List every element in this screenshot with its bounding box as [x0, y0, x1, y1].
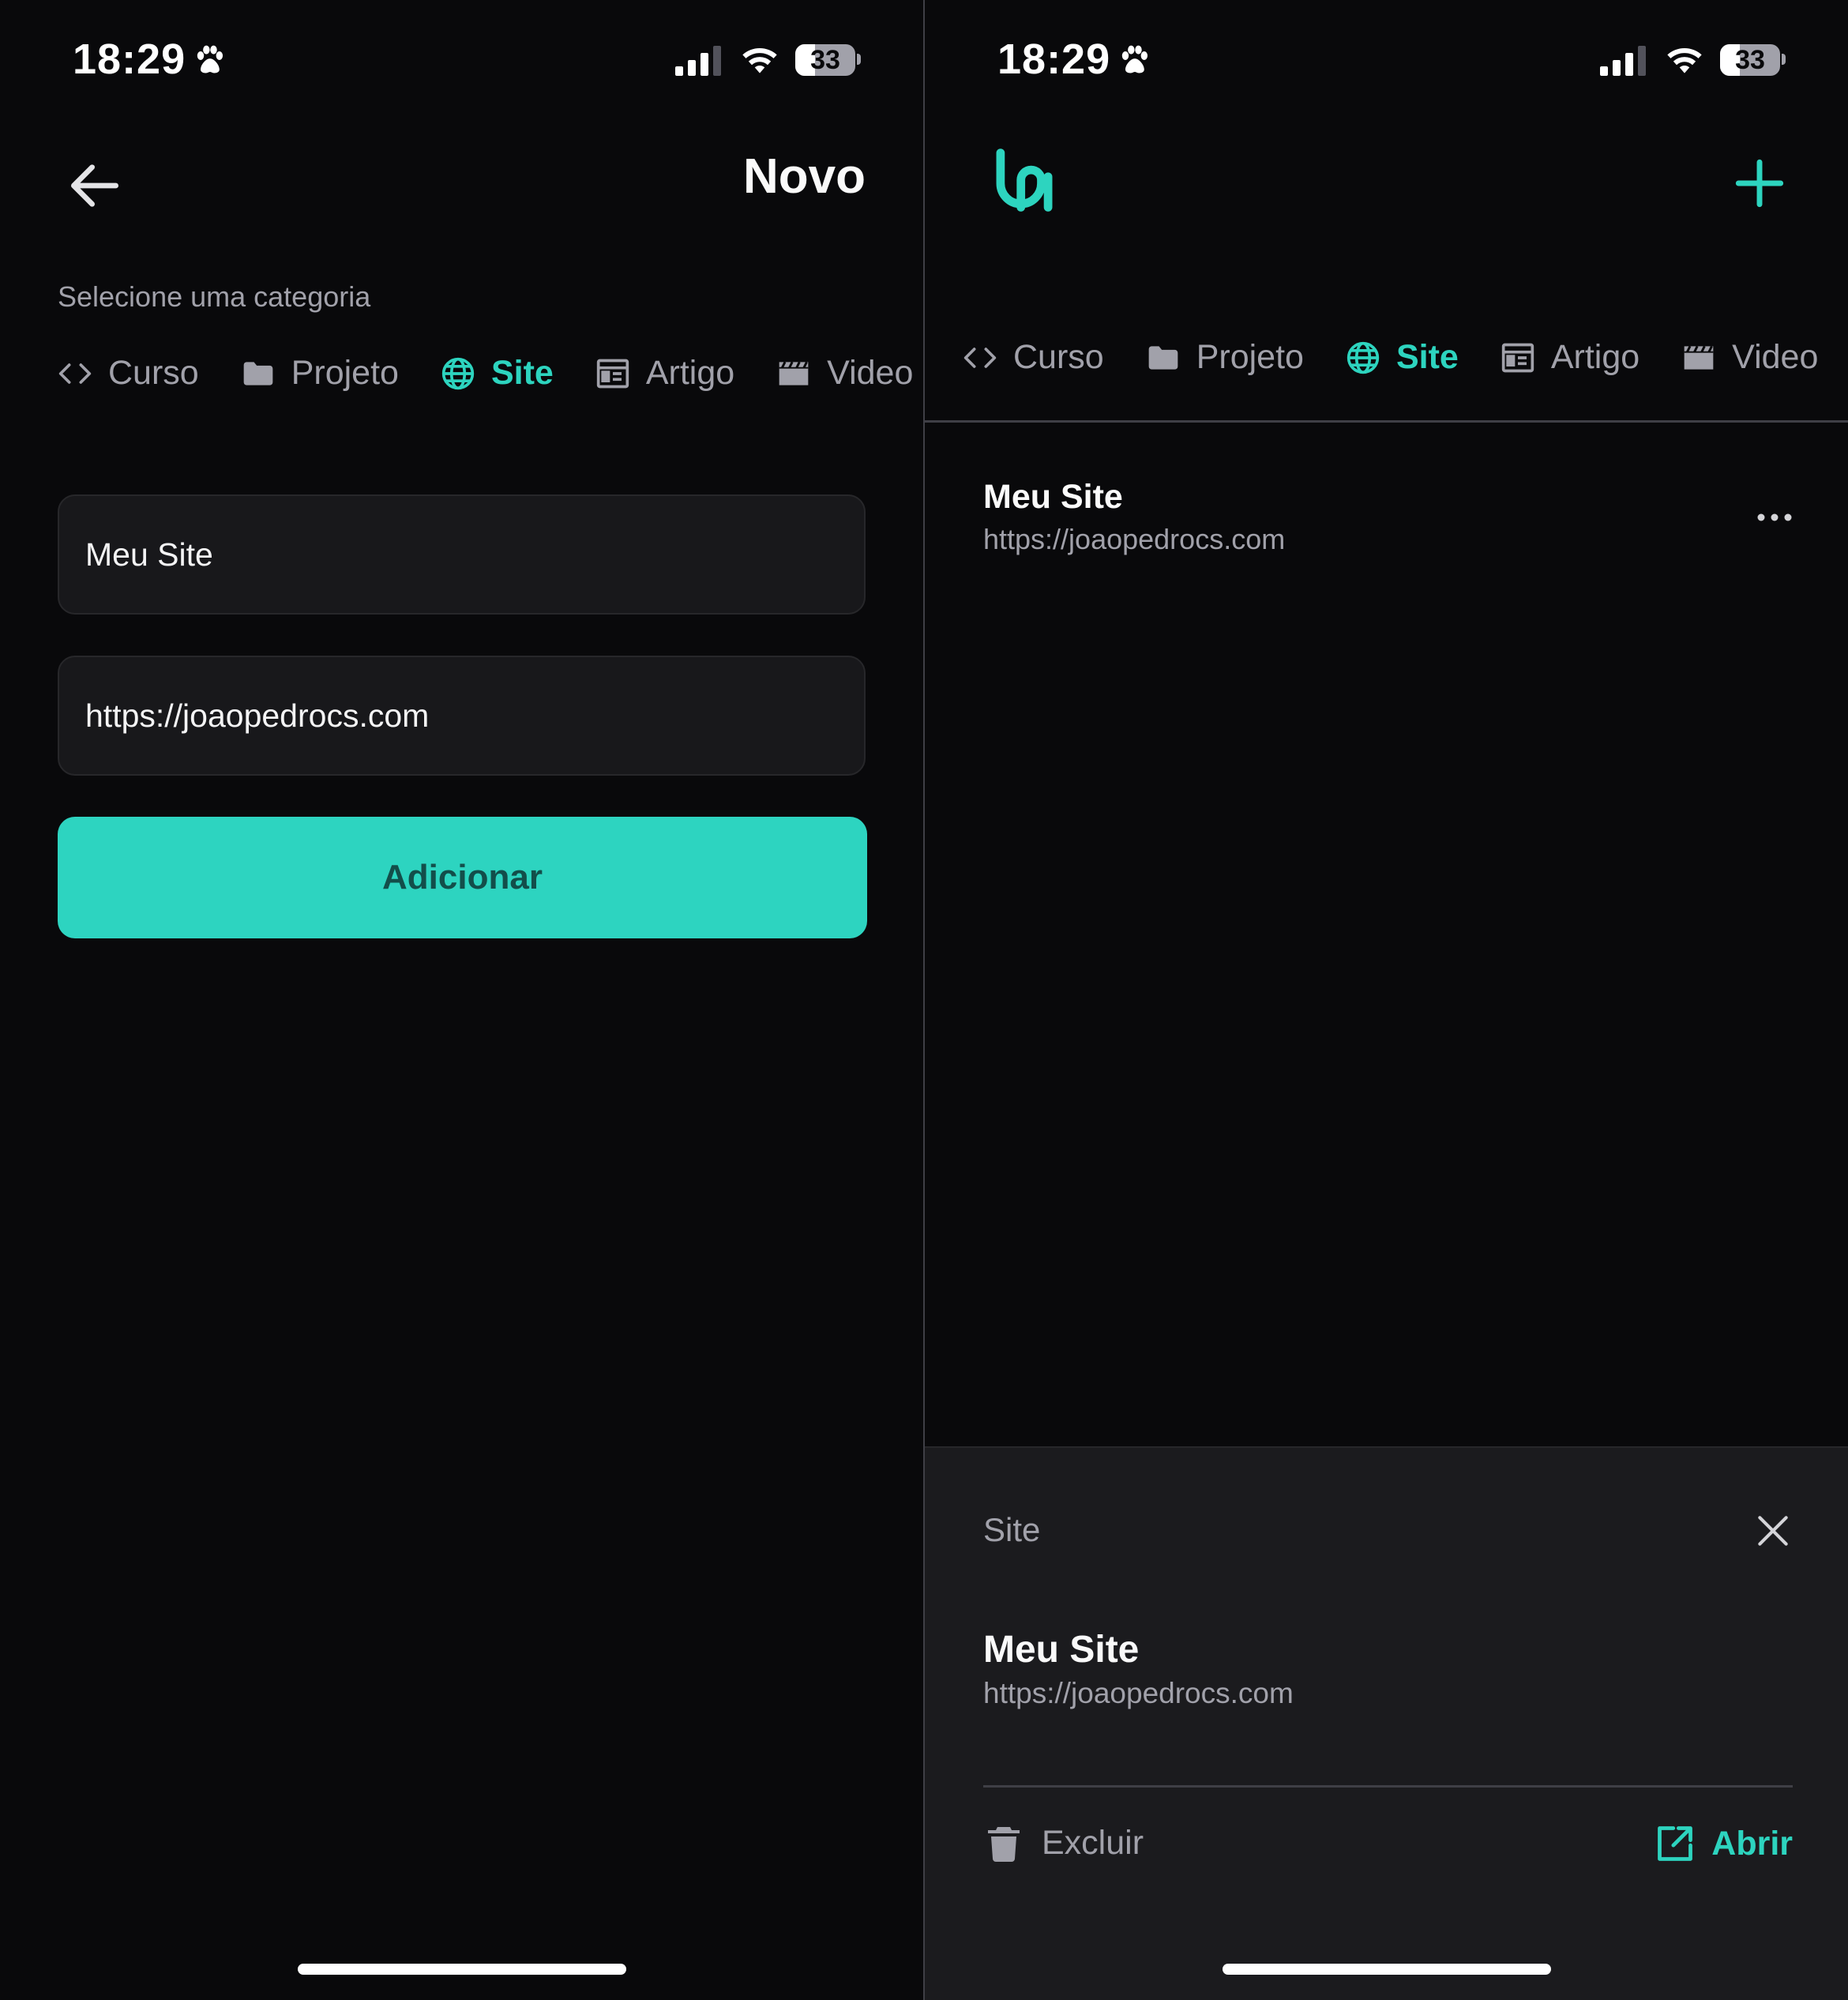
category-tabs: Curso Projeto Site Artigo Video: [963, 338, 1848, 377]
open-label: Abrir: [1711, 1824, 1793, 1863]
tab-label: Video: [1732, 338, 1819, 376]
open-button[interactable]: Abrir: [1655, 1823, 1793, 1864]
tabs-divider: [925, 420, 1848, 423]
signal-icon: [675, 46, 721, 76]
status-time: 18:29: [73, 36, 186, 83]
tab-label: Artigo: [645, 354, 735, 392]
tab-curso[interactable]: Curso: [58, 354, 199, 393]
newspaper-icon: [596, 359, 629, 388]
home-indicator: [1223, 1964, 1551, 1975]
back-arrow-icon[interactable]: [63, 154, 126, 217]
app-logo-icon: [996, 148, 1053, 212]
code-icon: [58, 363, 92, 384]
clapperboard-icon: [1684, 345, 1714, 370]
add-button[interactable]: Adicionar: [58, 817, 867, 938]
category-section-label: Selecione uma categoria: [58, 280, 371, 313]
tab-video[interactable]: Video: [1681, 338, 1818, 377]
item-url: https://joaopedrocs.com: [983, 523, 1286, 555]
tab-label: Artigo: [1550, 338, 1640, 376]
folder-icon: [243, 361, 273, 385]
clapperboard-icon: [779, 361, 809, 385]
signal-icon: [1600, 46, 1646, 76]
item-detail-sheet: Site Meu Site https://joaopedrocs.com Ex…: [925, 1446, 1848, 2000]
delete-label: Excluir: [1042, 1823, 1144, 1862]
list-item[interactable]: Meu Site https://joaopedrocs.com: [983, 478, 1789, 556]
status-time: 18:29: [997, 36, 1111, 83]
paw-icon: [197, 45, 223, 73]
tab-artigo[interactable]: Artigo: [1501, 338, 1640, 377]
tab-projeto[interactable]: Projeto: [1146, 338, 1304, 377]
tab-curso[interactable]: Curso: [963, 338, 1104, 377]
wifi-icon: [1667, 47, 1702, 73]
url-input[interactable]: https://joaopedrocs.com: [58, 656, 866, 776]
page-title: Novo: [743, 149, 866, 204]
item-title: Meu Site: [983, 478, 1123, 516]
tab-label: Curso: [108, 354, 199, 392]
globe-icon: [1347, 341, 1380, 374]
close-icon[interactable]: [1753, 1511, 1793, 1551]
new-link-screen: 18:29 33 Novo Selecione uma categoria Cu…: [0, 0, 923, 2000]
tab-label: Video: [827, 354, 914, 392]
home-indicator: [298, 1964, 626, 1975]
folder-icon: [1148, 345, 1178, 370]
paw-icon: [1121, 45, 1148, 73]
tab-site[interactable]: Site: [1346, 338, 1459, 377]
name-input[interactable]: Meu Site: [58, 494, 866, 615]
code-icon: [963, 347, 997, 368]
sheet-title: Meu Site: [983, 1629, 1140, 1671]
external-link-icon: [1658, 1826, 1693, 1861]
tab-label: Site: [490, 354, 554, 392]
tab-label: Curso: [1013, 338, 1104, 376]
sheet-category: Site: [983, 1511, 1041, 1548]
tab-label: Projeto: [1196, 338, 1304, 376]
category-selector: Curso Projeto Site Artigo Video: [58, 354, 923, 393]
tab-artigo[interactable]: Artigo: [595, 354, 734, 393]
links-list-screen: 18:29 33 Curso Projeto Site Artigo Video…: [925, 0, 1848, 2000]
delete-button[interactable]: Excluir: [988, 1823, 1144, 1863]
tab-site[interactable]: Site: [441, 354, 554, 393]
tab-label: Projeto: [291, 354, 399, 392]
tab-label: Site: [1395, 338, 1459, 376]
globe-icon: [441, 357, 475, 389]
battery-indicator: 33: [1720, 44, 1780, 76]
sheet-divider: [983, 1785, 1793, 1788]
wifi-icon: [742, 47, 777, 73]
more-options-icon[interactable]: [1756, 509, 1793, 525]
trash-icon: [988, 1827, 1020, 1862]
battery-indicator: 33: [795, 44, 855, 76]
tab-projeto[interactable]: Projeto: [241, 354, 399, 393]
newspaper-icon: [1501, 343, 1534, 372]
sheet-url: https://joaopedrocs.com: [983, 1677, 1294, 1709]
tab-video[interactable]: Video: [776, 354, 913, 393]
plus-icon[interactable]: [1734, 158, 1785, 209]
